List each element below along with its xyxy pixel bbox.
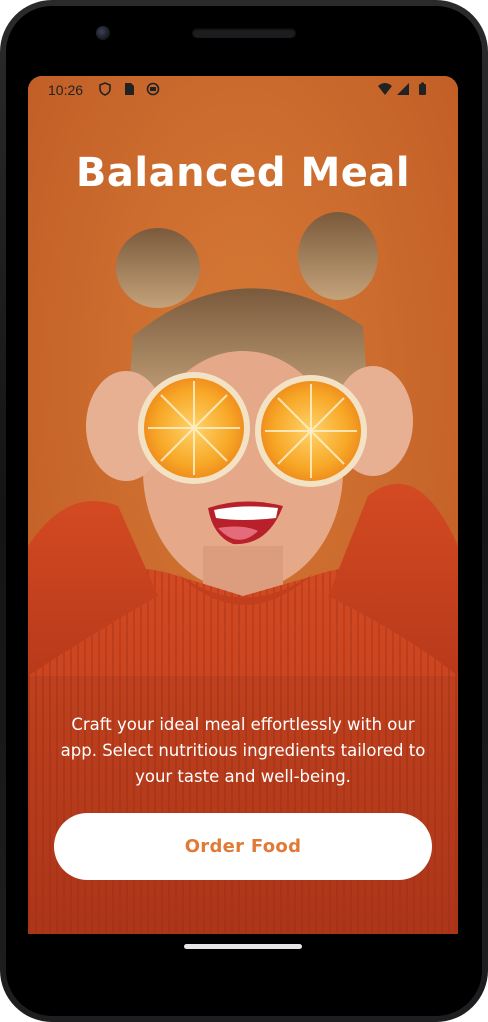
hero-photo [28, 76, 458, 934]
wifi-icon [378, 83, 392, 95]
page-title: Balanced Meal [75, 150, 411, 196]
battery-icon [419, 82, 426, 95]
app-screen: 10:26 Balanced Meal Craft your ideal mea… [28, 76, 458, 934]
status-bar: 10:26 [28, 76, 458, 104]
sim-card-icon [125, 83, 134, 95]
phone-frame: 10:26 Balanced Meal Craft your ideal mea… [0, 0, 488, 1022]
home-gesture-bar[interactable] [184, 944, 302, 949]
cellular-signal-icon [397, 83, 409, 95]
status-time: 10:26 [48, 82, 84, 98]
front-camera [96, 26, 110, 40]
app-notification-icon [146, 82, 160, 96]
order-food-button[interactable]: Order Food [54, 813, 432, 880]
app-description: Craft your ideal meal effortlessly with … [60, 715, 426, 786]
earpiece-speaker [192, 28, 296, 38]
shield-icon [99, 82, 111, 96]
